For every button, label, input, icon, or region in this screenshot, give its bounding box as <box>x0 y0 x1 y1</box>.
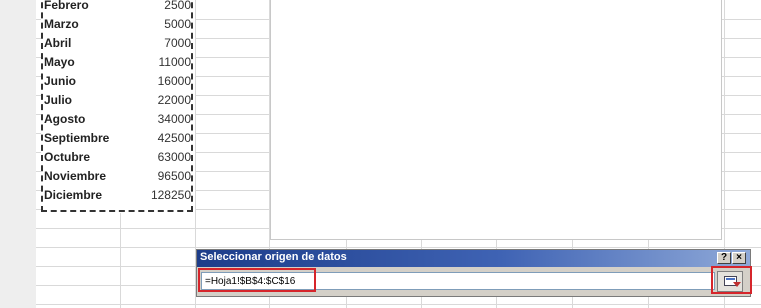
chart-area[interactable] <box>270 0 722 240</box>
amount-cell[interactable]: 7000 <box>164 36 191 50</box>
amount-cell[interactable]: 42500 <box>158 131 191 145</box>
table-row[interactable]: Septiembre 42500 <box>41 129 195 148</box>
table-row[interactable]: Marzo 5000 <box>41 15 195 34</box>
amount-cell[interactable]: 22000 <box>158 93 191 107</box>
month-cell[interactable]: Mayo <box>44 55 75 69</box>
table-row[interactable]: Noviembre 96500 <box>41 167 195 186</box>
arrow-icon <box>733 282 741 287</box>
month-cell[interactable]: Septiembre <box>44 131 109 145</box>
select-data-source-dialog: Seleccionar origen de datos ? × =Hoja1!$… <box>196 249 751 297</box>
month-cell[interactable]: Noviembre <box>44 169 106 183</box>
table-row[interactable]: Octubre 63000 <box>41 148 195 167</box>
collapse-dialog-button[interactable] <box>717 271 743 292</box>
month-cell[interactable]: Febrero <box>44 0 89 12</box>
table-row[interactable]: Junio 16000 <box>41 72 195 91</box>
help-button[interactable]: ? <box>717 252 731 264</box>
amount-cell[interactable]: 34000 <box>158 112 191 126</box>
close-button[interactable]: × <box>732 252 746 264</box>
month-cell[interactable]: Diciembre <box>44 188 102 202</box>
table-row[interactable]: Diciembre 128250 <box>41 186 195 205</box>
month-cell[interactable]: Abril <box>44 36 71 50</box>
amount-cell[interactable]: 128250 <box>151 188 191 202</box>
table-row[interactable]: Abril 7000 <box>41 34 195 53</box>
month-cell[interactable]: Octubre <box>44 150 90 164</box>
table-row[interactable]: Julio 22000 <box>41 91 195 110</box>
amount-cell[interactable]: 11000 <box>159 55 191 69</box>
amount-cell[interactable]: 96500 <box>158 169 191 183</box>
month-cell[interactable]: Junio <box>44 74 76 88</box>
month-cell[interactable]: Julio <box>44 93 72 107</box>
data-range-input[interactable]: =Hoja1!$B$4:$C$16 <box>201 272 715 290</box>
dialog-title: Seleccionar origen de datos <box>200 251 347 263</box>
table-row[interactable]: Febrero 2500 <box>41 0 195 15</box>
amount-cell[interactable]: 63000 <box>158 150 191 164</box>
row-header-gutter <box>0 0 36 308</box>
data-table: Febrero 2500 Marzo 5000 Abril 7000 Mayo … <box>41 0 195 213</box>
month-cell[interactable]: Agosto <box>44 112 85 126</box>
dialog-titlebar[interactable]: Seleccionar origen de datos ? × <box>197 250 750 267</box>
amount-cell[interactable]: 16000 <box>158 74 191 88</box>
month-cell[interactable]: Marzo <box>44 17 79 31</box>
amount-cell[interactable]: 5000 <box>164 17 191 31</box>
table-row[interactable]: Mayo 11000 <box>41 53 195 72</box>
amount-cell[interactable]: 2500 <box>164 0 191 12</box>
table-row[interactable]: Agosto 34000 <box>41 110 195 129</box>
